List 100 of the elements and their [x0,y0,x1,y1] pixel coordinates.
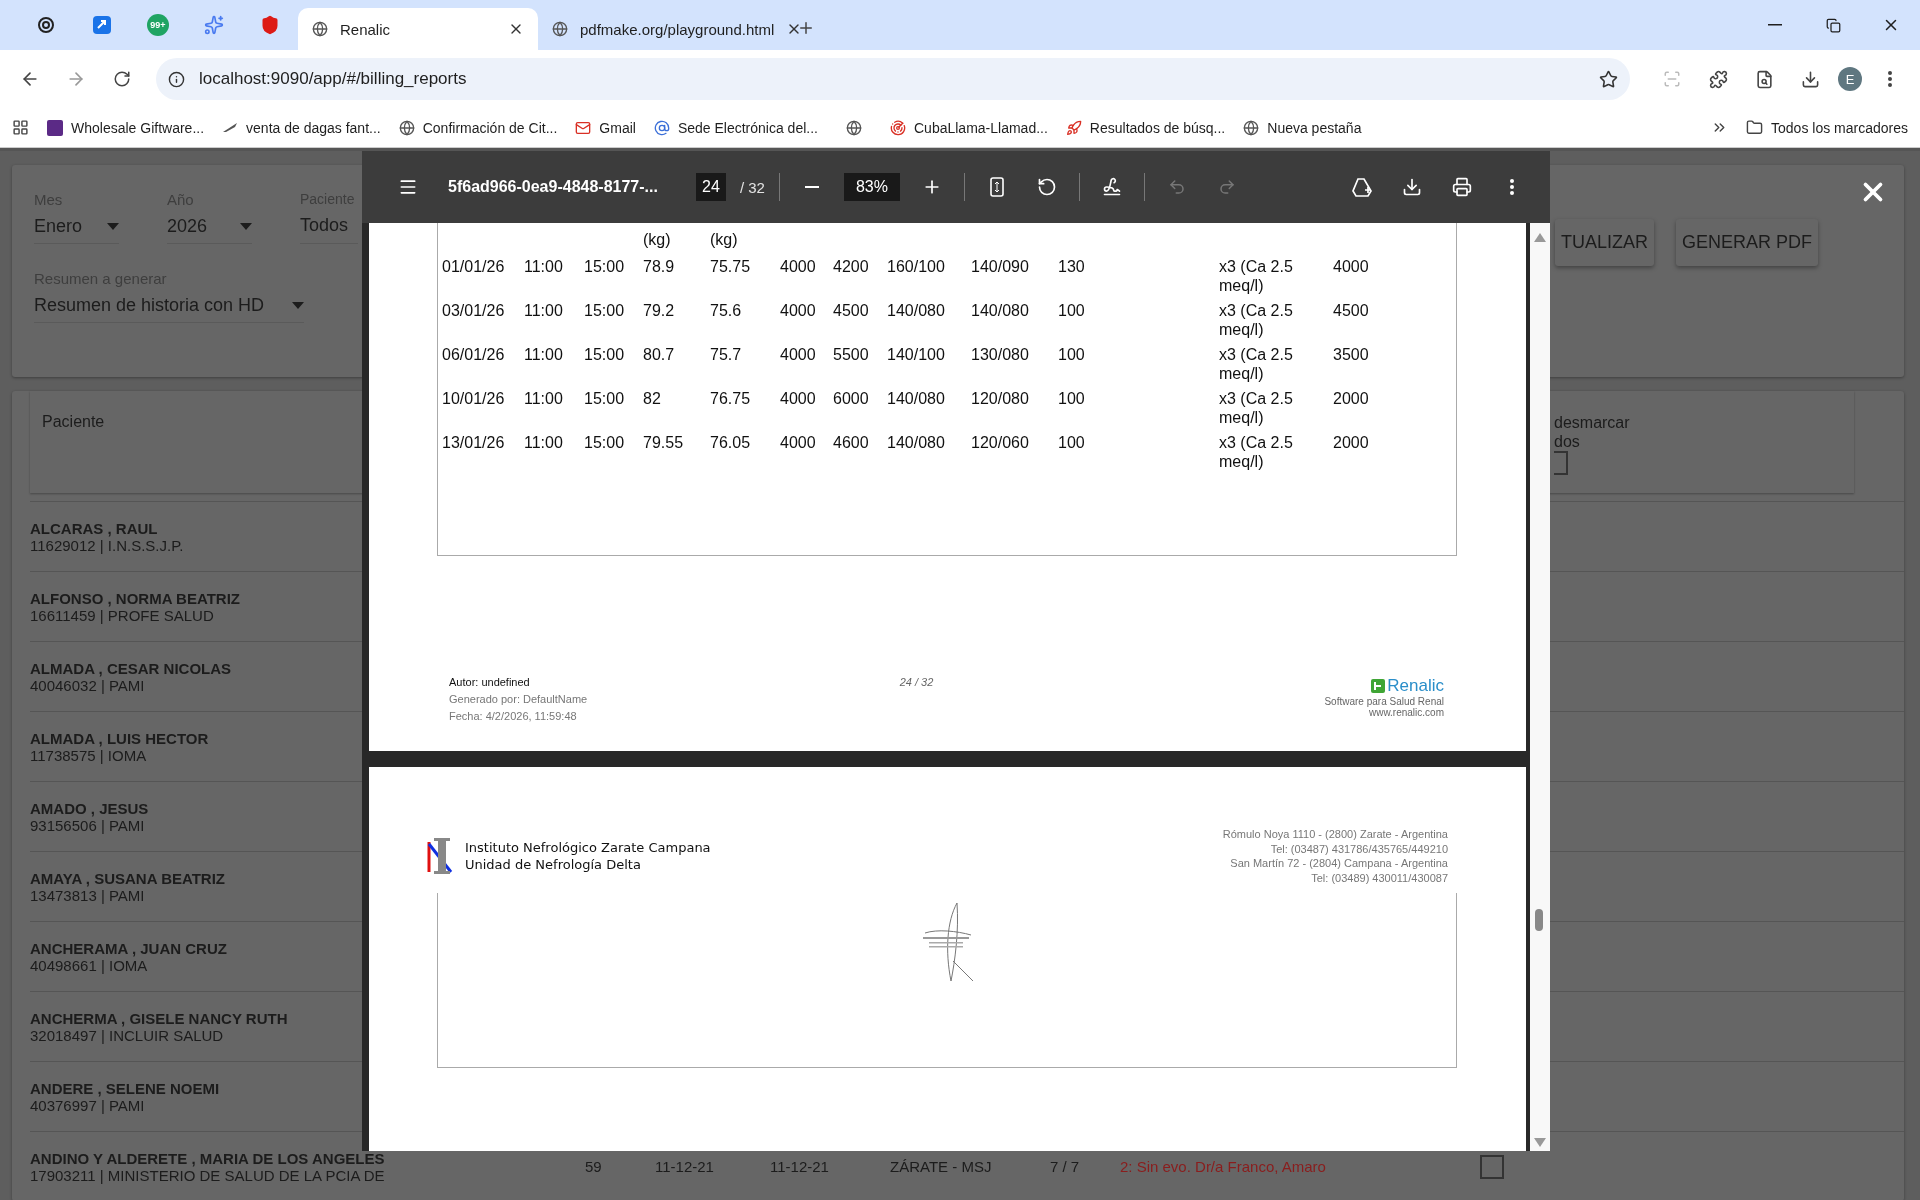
reload-icon [113,70,131,88]
table-cell-text: 100 [1058,389,1086,409]
row-checkbox[interactable] [1480,1154,1504,1179]
table-cell-text: 4600 [833,433,870,453]
at-icon [653,119,670,136]
table-cell-text: 6000 [833,389,870,409]
undo-icon [1167,178,1186,196]
rotate-icon [1036,177,1057,197]
tab-search-icon [1754,69,1774,89]
address-line: San Martín 72 - (2804) Campana - Argentina [1230,856,1448,871]
column-header: (kg) [643,230,672,249]
scroll-up-icon[interactable] [1534,233,1546,242]
unit-name: Unidad de Nefrología Delta [465,857,642,872]
address-bar[interactable]: localhost:9090/app/#/billing_reports [156,58,1630,100]
tab-title: pdfmake.org/playground.html [580,20,775,38]
draw-icon [1101,177,1122,197]
column-header: Paciente [42,413,105,432]
page-number-field[interactable]: 24 [695,173,726,201]
column-header: (kg) [710,230,739,249]
extension-icon [1663,70,1681,88]
bookmark-link[interactable]: Confirmación de Cit... [398,119,558,136]
tagline-text: Software para Salud Renal [1324,696,1444,707]
scroll-thumb[interactable] [1535,909,1543,931]
table-cell-text: 4500 [1333,301,1370,321]
patient-name: ANDINO Y ALDERETE , MARIA DE LOS ANGELES [30,1149,385,1167]
scrollbar[interactable] [1530,223,1550,1151]
bookmark-link[interactable]: Resultados de búsq... [1065,119,1226,136]
browser-tab[interactable]: pdfmake.org/playground.html [538,8,788,50]
bookmark-link[interactable]: Wholesale Giftware... [47,119,205,136]
apps-grid-icon [12,119,29,136]
table-cell-text: 75.75 [710,257,752,277]
patient-name: AMADO , JESUS [30,799,149,817]
table-cell-text: 140/080 [971,301,1030,321]
bookmark-link[interactable]: CubaLlama-Llamad... [890,119,1048,136]
select-all-checkbox[interactable] [1554,451,1568,475]
table-cell-text: 120/080 [971,389,1030,409]
shield-icon [260,15,280,35]
all-bookmarks-link[interactable]: Todos los marcadores [1746,119,1908,136]
date-text: Fecha: 4/2/2026, 11:59:48 [449,710,578,722]
browser-tab[interactable]: Renalic [298,8,538,50]
patient-detail: 40046032 | PAMI [30,676,145,694]
table-cell-text: 4000 [780,433,817,453]
table-cell-text: 78.9 [643,257,676,277]
restore-icon [1825,17,1841,33]
dropdown-caret-icon [240,223,252,230]
bookmark-link[interactable]: Gmail [575,119,636,136]
bookmark-link[interactable]: Sede Electrónica del... [653,119,818,136]
table-cell-text: 4500 [833,301,870,321]
table-cell-text: 03/01/26 [442,301,506,321]
table-cell-text: 140/080 [887,301,946,321]
patient-detail: 11629012 | I.N.S.S.J.P. [30,536,184,554]
table-cell-text: 4200 [833,257,870,277]
bookmark-link[interactable]: Nueva pestaña [1243,119,1362,136]
profile-avatar[interactable]: E [1838,67,1862,91]
patient-name: ALMADA , CESAR NICOLAS [30,659,232,677]
author-text: Autor: undefined [449,676,531,688]
new-tab-icon [797,19,815,37]
sparkle-icon [204,15,224,35]
app-icon[interactable] [92,15,112,35]
table-cell-text: 100 [1058,345,1086,365]
table-cell-text: x3 (Ca 2.5 meq/l) [1219,389,1294,425]
patient-detail: 32018497 | INCLUIR SALUD [30,1026,224,1044]
table-cell-text: 4000 [780,389,817,409]
radar-icon [890,119,906,136]
patient-name: ANCHERMA , GISELE NANCY RUTH [30,1009,288,1027]
table-cell-text: 15:00 [584,389,626,409]
patient-name: ALCARAS , RAUL [30,519,158,537]
table-cell-text: 2000 [1333,433,1370,453]
address-line: Tel: (03489) 430011/430087 [1311,870,1448,885]
more-options-icon [1510,179,1514,195]
table-cell-text: x3 (Ca 2.5 meq/l) [1219,345,1294,381]
spiral-logo-icon[interactable] [36,15,56,35]
table-cell-text: 01/01/26 [442,257,506,277]
page-footer-number: 24 / 32 [899,676,934,690]
table-cell-text: 130/080 [971,345,1030,365]
table-cell-text: 140/080 [887,433,946,453]
brand-logo: Renalic [1371,676,1444,696]
institute-name: Instituto Nefrológico Zarate Campana [465,840,711,855]
table-cell-text: 75.7 [710,345,743,365]
minimize-icon [1768,24,1782,26]
table-cell-text: 140/090 [971,257,1030,277]
folder-icon [1746,119,1764,136]
globe-icon [312,21,328,37]
table-cell-text: 140/100 [887,345,946,365]
zoom-field[interactable]: 83% [843,173,900,201]
scroll-down-icon[interactable] [1534,1138,1546,1147]
table-cell-text: 5500 [833,345,870,365]
patient-detail: 11738575 | IOMA [30,746,147,764]
table-cell-text: 15:00 [584,345,626,365]
table-cell-text: 75.6 [710,301,743,321]
table-cell-text: 7 / 7 [1050,1158,1081,1175]
table-cell-text: 160/100 [887,257,946,277]
dropdown-caret-icon [292,302,304,309]
table-cell-text: ZÁRATE - MSJ [890,1158,993,1175]
patient-name: ANDERE , SELENE NOEMI [30,1079,220,1097]
bookmark-link[interactable]: venta de dagas fant... [222,119,381,136]
table-cell-text: 2000 [1333,389,1370,409]
mail-icon [575,119,592,136]
globe-icon [398,119,415,136]
table-cell-text: 4000 [780,345,817,365]
